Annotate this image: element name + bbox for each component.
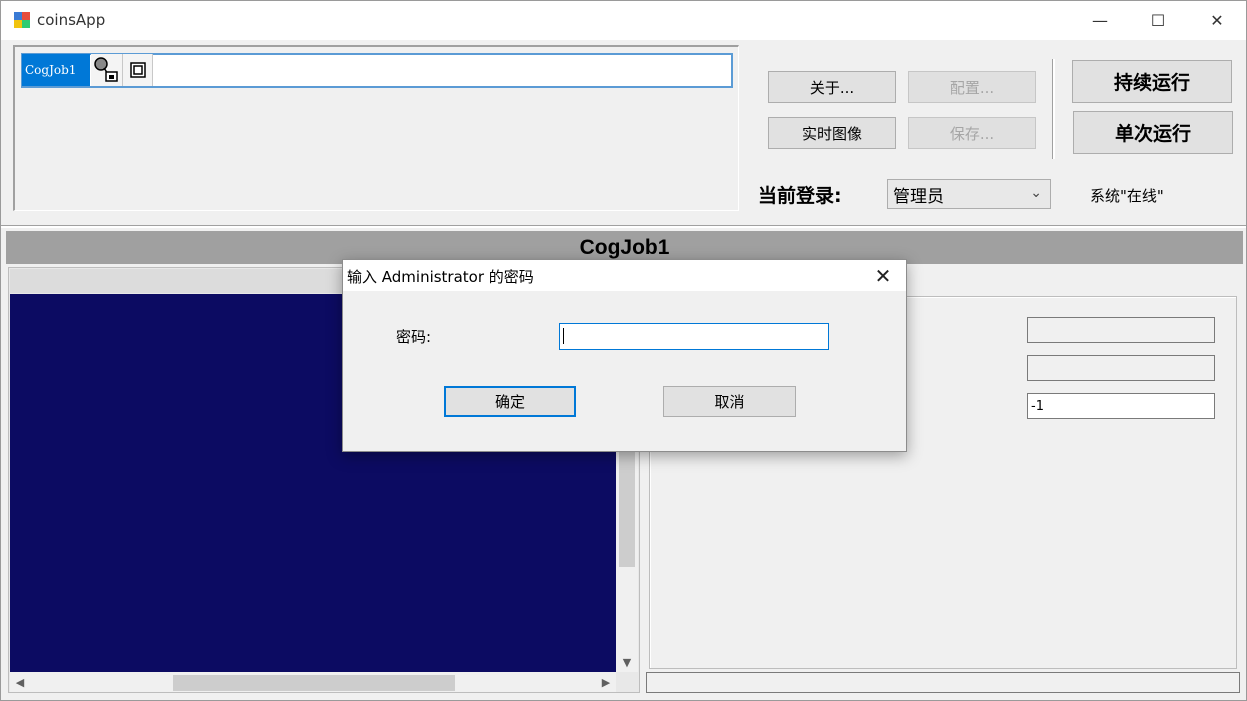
dialog-title: 输入 Administrator 的密码	[347, 268, 534, 286]
system-status: 系统"在线"	[1090, 187, 1164, 205]
scroll-left-icon[interactable]: ◀	[10, 672, 30, 692]
scroll-down-icon[interactable]: ▼	[616, 652, 638, 672]
result-field-3[interactable]: -1	[1027, 393, 1215, 419]
chevron-down-icon: ⌄	[1030, 185, 1042, 201]
current-login-label: 当前登录:	[758, 185, 842, 207]
close-button[interactable]: ✕	[1188, 1, 1246, 40]
maximize-button[interactable]: ☐	[1129, 1, 1187, 40]
role-select[interactable]: 管理员 ⌄	[887, 179, 1051, 209]
role-select-value: 管理员	[893, 186, 944, 207]
job-item-cogjob1[interactable]: CogJob1	[22, 54, 90, 86]
app-icon	[13, 11, 31, 29]
config-button[interactable]: 配置...	[908, 71, 1036, 103]
dialog-close-icon[interactable]: ✕	[869, 263, 897, 289]
title-bar	[1, 1, 1246, 40]
save-button[interactable]: 保存...	[908, 117, 1036, 149]
tool-group-icon[interactable]	[91, 54, 123, 86]
password-label: 密码:	[396, 328, 432, 346]
cancel-button[interactable]: 取消	[663, 386, 796, 417]
scroll-right-icon[interactable]: ▶	[596, 672, 616, 692]
single-run-button[interactable]: 单次运行	[1073, 111, 1233, 154]
horizontal-divider	[1, 225, 1246, 228]
horizontal-scroll-thumb[interactable]	[173, 675, 455, 691]
continuous-run-button[interactable]: 持续运行	[1072, 60, 1232, 103]
live-image-button[interactable]: 实时图像	[768, 117, 896, 149]
ok-button[interactable]: 确定	[444, 386, 576, 417]
text-caret	[563, 328, 564, 344]
about-button[interactable]: 关于...	[768, 71, 896, 103]
result-field-1[interactable]	[1027, 317, 1215, 343]
toolbar-divider	[1052, 59, 1055, 159]
status-bar	[646, 672, 1240, 693]
minimize-button[interactable]: —	[1071, 1, 1129, 40]
tool-block-icon[interactable]	[123, 54, 153, 86]
result-field-2[interactable]	[1027, 355, 1215, 381]
vertical-scroll-thumb[interactable]	[619, 441, 635, 567]
window-title: coinsApp	[37, 11, 106, 29]
password-input[interactable]	[559, 323, 829, 350]
main-window: coinsApp — ☐ ✕ CogJob1 关于... 配置... 实时图像 …	[0, 0, 1247, 701]
